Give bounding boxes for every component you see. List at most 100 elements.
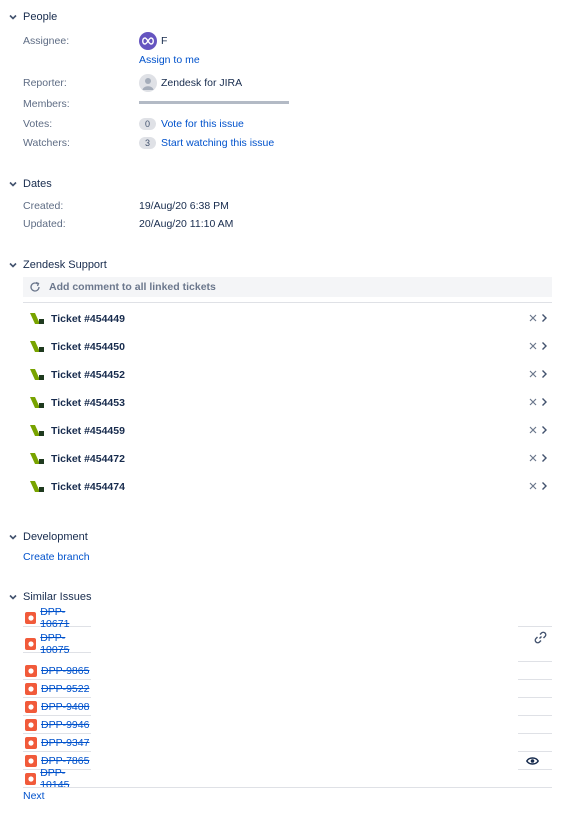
unlink-icon[interactable] — [529, 341, 537, 353]
issue-key-link[interactable]: DPP-9522 — [41, 683, 89, 695]
chevron-down-icon — [6, 258, 20, 272]
issue-key-link[interactable]: DPP-9408 — [41, 701, 89, 713]
similar-issue-row[interactable]: DPP-10671 — [23, 606, 91, 630]
similar-issue-row[interactable]: DPP-9522 — [23, 680, 91, 698]
unlink-icon[interactable] — [529, 397, 537, 409]
similar-issue-row[interactable]: DPP-9946 — [23, 716, 91, 734]
reporter-name: Zendesk for JIRA — [161, 77, 243, 89]
watch-link[interactable]: Start watching this issue — [161, 137, 274, 149]
avatar — [139, 32, 157, 50]
issue-key-link[interactable]: DPP-9347 — [41, 737, 89, 749]
bug-icon — [25, 754, 37, 767]
issue-key-link[interactable]: DPP-7865 — [41, 755, 89, 767]
ticket-label: Ticket #454452 — [51, 369, 125, 381]
votes-count-badge: 0 — [139, 118, 157, 130]
assign-to-me-link[interactable]: Assign to me — [139, 54, 200, 66]
dates-section-header[interactable]: Dates — [6, 176, 52, 192]
divider — [518, 679, 552, 680]
bug-icon — [25, 664, 37, 677]
bug-icon — [25, 682, 37, 695]
ticket-row[interactable]: Ticket #454453 — [23, 394, 552, 412]
people-section-header[interactable]: People — [6, 9, 57, 25]
unlink-icon[interactable] — [529, 369, 537, 381]
unlink-icon[interactable] — [529, 453, 537, 465]
next-link[interactable]: Next — [23, 790, 45, 802]
link-icon[interactable] — [534, 631, 547, 647]
similar-issue-row[interactable]: DPP-9865 — [23, 662, 91, 680]
issue-key-link[interactable]: DPP-9946 — [41, 719, 89, 731]
zendesk-icon — [29, 480, 47, 494]
unlink-icon[interactable] — [529, 313, 537, 325]
ticket-label: Ticket #454474 — [51, 481, 125, 493]
similar-issue-row[interactable]: DPP-10145 — [23, 767, 91, 791]
development-title: Development — [23, 531, 88, 543]
ticket-label: Ticket #454449 — [51, 313, 125, 325]
watchers-label: Watchers: — [23, 137, 70, 149]
similar-issue-row[interactable]: DPP-9347 — [23, 734, 91, 752]
zendesk-icon — [29, 312, 47, 326]
unlink-icon[interactable] — [529, 425, 537, 437]
votes-value: 0 Vote for this issue — [139, 118, 244, 130]
add-comment-bar[interactable]: Add comment to all linked tickets — [23, 277, 552, 297]
watchers-count-badge: 3 — [139, 137, 157, 149]
ticket-row[interactable]: Ticket #454472 — [23, 450, 552, 468]
assignee-label: Assignee: — [23, 35, 70, 47]
issue-key-link[interactable]: DPP-10671 — [40, 606, 91, 630]
chevron-right-icon[interactable] — [541, 341, 548, 354]
similar-issue-row[interactable]: DPP-10075 — [23, 632, 91, 656]
ticket-row[interactable]: Ticket #454452 — [23, 366, 552, 384]
similar-issues-title: Similar Issues — [23, 591, 92, 603]
members-label: Members: — [23, 98, 70, 110]
ticket-row[interactable]: Ticket #454459 — [23, 422, 552, 440]
watchers-value: 3 Start watching this issue — [139, 137, 274, 149]
ticket-label: Ticket #454453 — [51, 397, 125, 409]
divider — [23, 302, 552, 303]
assignee-name: F — [161, 35, 168, 47]
chevron-right-icon[interactable] — [541, 369, 548, 382]
votes-label: Votes: — [23, 118, 53, 130]
chevron-right-icon[interactable] — [541, 397, 548, 410]
development-section-header[interactable]: Development — [6, 529, 88, 545]
chevron-down-icon — [6, 10, 20, 24]
bug-icon — [25, 772, 37, 785]
zendesk-icon — [29, 396, 47, 410]
zendesk-icon — [29, 424, 47, 438]
members-value — [139, 96, 294, 104]
updated-label: Updated: — [23, 218, 66, 230]
updated-value: 20/Aug/20 11:10 AM — [139, 218, 234, 230]
dates-title: Dates — [23, 178, 52, 190]
zendesk-section-header[interactable]: Zendesk Support — [6, 257, 107, 273]
chevron-right-icon[interactable] — [541, 425, 548, 438]
similar-issues-section-header[interactable]: Similar Issues — [6, 589, 91, 605]
assignee-value[interactable]: F — [139, 32, 167, 50]
similar-issue-row[interactable]: DPP-9408 — [23, 698, 91, 716]
chevron-down-icon — [6, 590, 20, 604]
members-truncated-text — [139, 100, 289, 104]
avatar — [139, 74, 157, 92]
issue-key-link[interactable]: DPP-9865 — [41, 665, 89, 677]
divider — [518, 661, 552, 662]
created-value: 19/Aug/20 6:38 PM — [139, 200, 229, 212]
reporter-value[interactable]: Zendesk for JIRA — [139, 74, 242, 92]
bug-icon — [25, 718, 37, 731]
zendesk-icon — [29, 340, 47, 354]
issue-key-link[interactable]: DPP-10075 — [40, 632, 91, 656]
reporter-label: Reporter: — [23, 77, 67, 89]
eye-icon[interactable] — [526, 756, 539, 769]
ticket-row[interactable]: Ticket #454450 — [23, 338, 552, 356]
ticket-label: Ticket #454450 — [51, 341, 125, 353]
add-comment-placeholder: Add comment to all linked tickets — [49, 281, 216, 293]
divider — [518, 769, 552, 770]
vote-link[interactable]: Vote for this issue — [161, 118, 244, 130]
create-branch-link[interactable]: Create branch — [23, 551, 90, 563]
ticket-row[interactable]: Ticket #454449 — [23, 310, 552, 328]
ticket-row[interactable]: Ticket #454474 — [23, 478, 552, 496]
bug-icon — [25, 700, 37, 713]
chevron-right-icon[interactable] — [541, 313, 548, 326]
chevron-right-icon[interactable] — [541, 481, 548, 494]
chevron-right-icon[interactable] — [541, 453, 548, 466]
divider — [518, 626, 552, 627]
unlink-icon[interactable] — [529, 481, 537, 493]
bug-icon — [25, 611, 37, 624]
divider — [518, 697, 552, 698]
